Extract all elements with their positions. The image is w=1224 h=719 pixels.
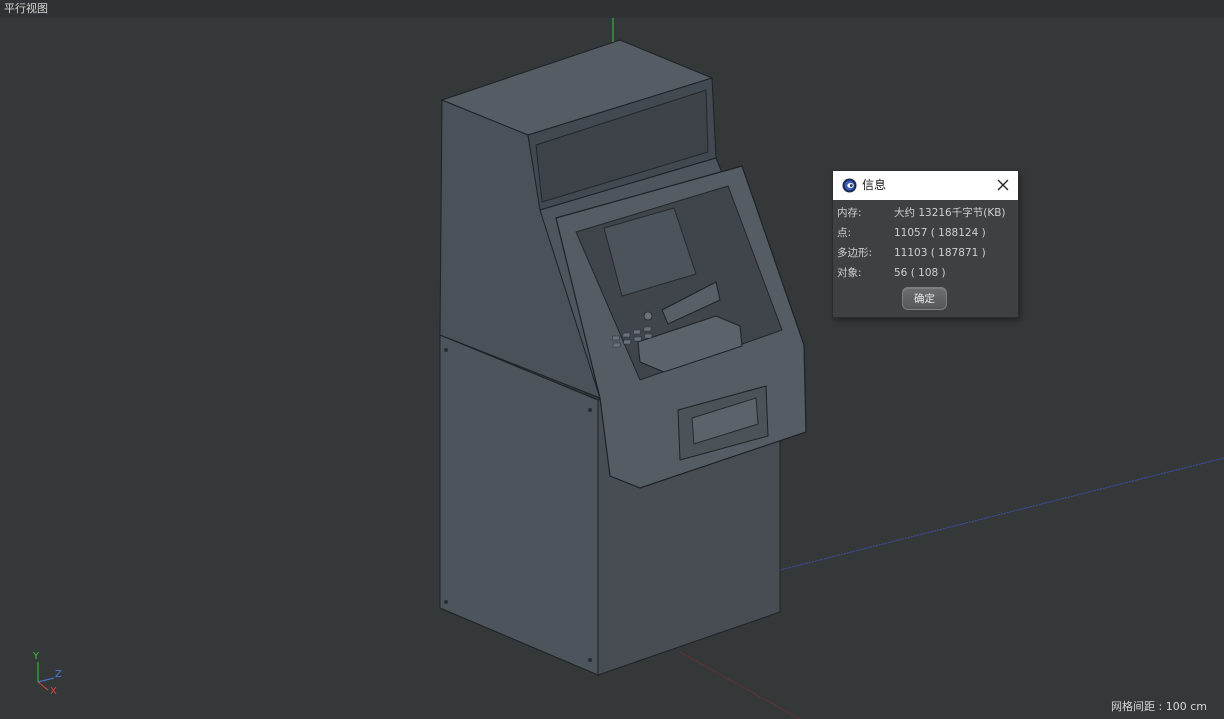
info-value: 11103 ( 187871 ) <box>894 247 986 259</box>
atm-screw <box>588 658 592 662</box>
info-value: 56 ( 108 ) <box>894 267 946 279</box>
world-z-axis-line <box>779 457 1224 571</box>
info-label: 内存: <box>837 207 862 219</box>
info-row-polygons: 多边形: 11103 ( 187871 ) <box>833 245 1018 261</box>
dialog-titlebar[interactable]: 信息 <box>833 171 1018 200</box>
info-value: 11057 ( 188124 ) <box>894 227 986 239</box>
atm-screw <box>588 408 592 412</box>
axis-z-label: Z <box>55 669 62 680</box>
atm-machine-model[interactable] <box>439 39 807 676</box>
axis-gizmo: Y Z X <box>28 650 78 698</box>
axis-y-label: Y <box>33 651 40 662</box>
info-row-memory: 内存: 大约 13216千字节(KB) <box>833 205 1018 221</box>
viewport-title[interactable]: 平行视图 <box>4 3 48 15</box>
info-label: 点: <box>837 227 852 239</box>
atm-card-slot-button <box>643 311 653 321</box>
info-row-points: 点: 11057 ( 188124 ) <box>833 225 1018 241</box>
viewport-header-bar: 平行视图 <box>0 0 1224 18</box>
cinema4d-logo-icon <box>842 178 857 193</box>
close-icon[interactable] <box>994 176 1012 194</box>
info-dialog[interactable]: 信息 内存: 大约 13216千字节(KB) 点: 11057 ( 188124… <box>833 171 1018 317</box>
axis-x-label: X <box>50 686 57 697</box>
world-x-axis-line <box>679 651 801 719</box>
info-label: 对象: <box>837 267 862 279</box>
info-label: 多边形: <box>837 247 873 259</box>
atm-screw <box>444 600 448 604</box>
atm-screw <box>444 348 448 352</box>
dialog-title: 信息 <box>862 178 887 192</box>
info-row-objects: 对象: 56 ( 108 ) <box>833 265 1018 281</box>
ok-button[interactable]: 确定 <box>902 287 947 310</box>
3d-viewport[interactable]: 平行视图 Y Z X 网格间距 : 100 cm 信息 内存: 大约 13216… <box>0 0 1224 719</box>
grid-spacing-readout: 网格间距 : 100 cm <box>1111 700 1207 713</box>
viewport-scene[interactable] <box>0 0 1224 719</box>
info-value: 大约 13216千字节(KB) <box>894 207 1006 219</box>
